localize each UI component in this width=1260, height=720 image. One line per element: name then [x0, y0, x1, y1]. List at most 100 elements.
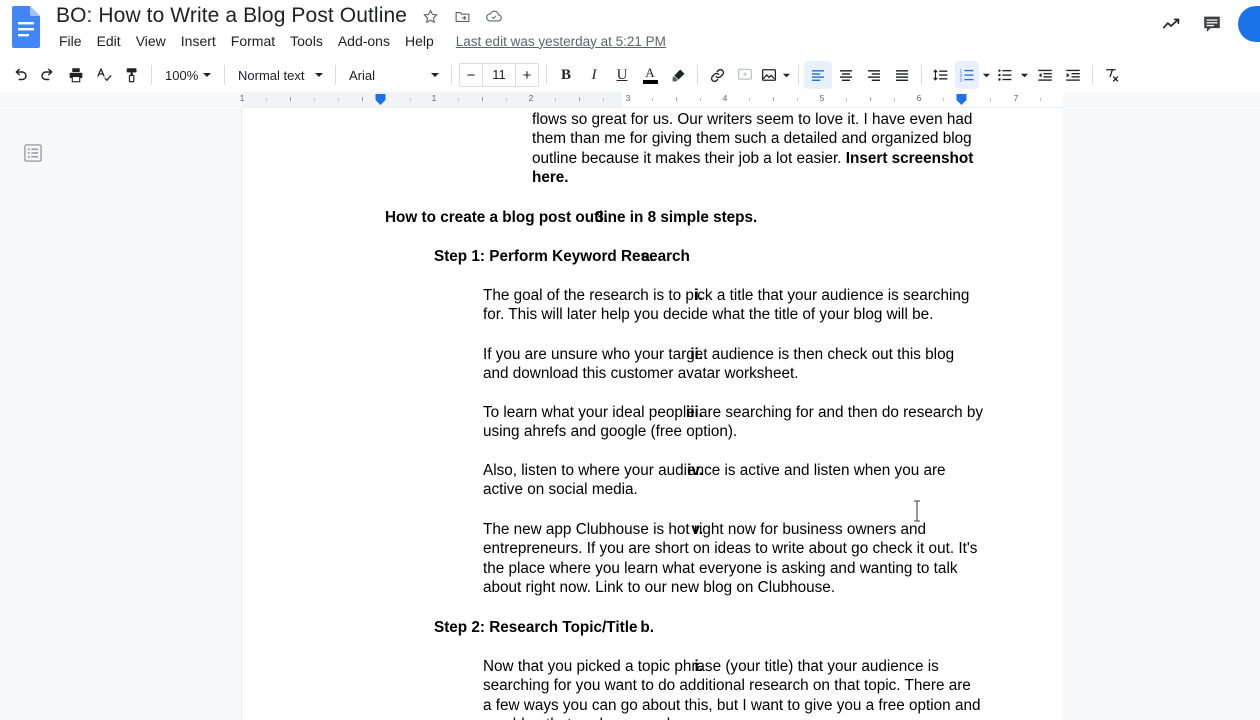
paragraph-text: Now that you picked a topic phrase (your…	[483, 657, 1023, 720]
text-run: Now that you picked a topic phrase (your…	[483, 658, 939, 675]
zoom-select[interactable]: 100%	[157, 62, 219, 88]
italic-button[interactable]: I	[580, 61, 608, 89]
text-run: the place where you learn what everyone …	[483, 559, 958, 577]
text-run: a few ways you can go about this, but I …	[483, 696, 981, 714]
add-comment-icon[interactable]	[731, 61, 759, 89]
text-run: entrepreneurs. If you are short on ideas…	[483, 540, 978, 558]
menu-edit[interactable]: Edit	[90, 29, 128, 53]
paragraph-text: If you are unsure who your target audien…	[483, 345, 1023, 384]
font-size-stepper: − 11 +	[459, 63, 539, 87]
decrease-font-size-button[interactable]: −	[460, 64, 482, 86]
font-size-input[interactable]: 11	[482, 64, 516, 86]
highlight-pen-icon[interactable]	[664, 61, 692, 89]
right-canvas	[1063, 108, 1260, 720]
paragraph-text: Also, listen to where your audience is a…	[483, 461, 1023, 500]
decrease-indent-icon[interactable]	[1031, 61, 1059, 89]
font-family-select[interactable]: Arial	[341, 62, 446, 88]
print-icon[interactable]	[62, 61, 90, 89]
text-color-swatch	[642, 80, 658, 84]
saved-to-drive-cloud-icon[interactable]	[481, 3, 507, 29]
insert-link-icon[interactable]	[703, 61, 731, 89]
spellcheck-icon[interactable]	[90, 61, 118, 89]
text-line: one blog that we have used.	[483, 715, 1023, 720]
underline-button[interactable]: U	[608, 61, 636, 89]
numbered-list-options-chevron-down-icon[interactable]	[979, 61, 993, 89]
paragraph-text: To learn what your ideal people are sear…	[483, 403, 1023, 442]
ruler-number: 1	[239, 93, 245, 103]
toolbar-divider	[697, 65, 698, 85]
text-run: them than me for giving them such a deta…	[532, 130, 972, 148]
right-indent-marker[interactable]	[955, 93, 967, 105]
activity-trending-icon[interactable]	[1152, 4, 1192, 44]
toolbar-divider	[224, 65, 225, 85]
font-family-value: Arial	[349, 67, 376, 83]
ruler-number: 6	[916, 93, 922, 103]
ruler-number: 5	[819, 93, 825, 103]
text-line: The new app Clubhouse is hot right now f…	[483, 520, 1023, 539]
bold-button[interactable]: B	[552, 61, 580, 89]
bold-text-run: Step 1: Perform Keyword Research	[434, 248, 690, 265]
text-line: How to create a blog post outline in 8 s…	[385, 208, 1023, 227]
share-button[interactable]: Share	[1238, 6, 1260, 42]
text-line: the place where you learn what everyone …	[483, 559, 1023, 578]
paragraph-text: The new app Clubhouse is hot right now f…	[483, 520, 1023, 598]
menu-addons[interactable]: Add-ons	[331, 29, 397, 53]
redo-icon[interactable]	[34, 61, 62, 89]
text-line: Also, listen to where your audience is a…	[483, 461, 1023, 480]
align-center-icon[interactable]	[832, 61, 860, 89]
text-run: about right now. Link to our new blog on…	[483, 579, 836, 597]
google-docs-logo[interactable]	[8, 4, 44, 50]
bold-text-run: How to create a blog post outline in 8 s…	[385, 209, 758, 226]
increase-font-size-button[interactable]: +	[516, 64, 538, 86]
text-run: flows so great for us. Our writers seem …	[532, 111, 973, 128]
text-line: them than me for giving them such a deta…	[532, 129, 1023, 148]
menu-file[interactable]: File	[52, 29, 89, 53]
menu-format[interactable]: Format	[224, 29, 282, 53]
left-indent-marker[interactable]	[374, 93, 386, 105]
bulleted-list-icon[interactable]	[993, 61, 1017, 89]
text-line: To learn what your ideal people are sear…	[483, 403, 1023, 422]
ruler-right-gutter	[1063, 92, 1260, 107]
text-cursor-pointer	[913, 500, 921, 522]
bulleted-list-options-chevron-down-icon[interactable]	[1017, 61, 1031, 89]
numbered-list-icon[interactable]: 1 2 3	[955, 61, 979, 89]
paint-format-icon[interactable]	[118, 61, 146, 89]
align-right-icon[interactable]	[860, 61, 888, 89]
align-left-icon[interactable]	[804, 61, 832, 89]
menu-view[interactable]: View	[129, 29, 173, 53]
chevron-down-icon	[198, 66, 216, 84]
menu-help[interactable]: Help	[398, 29, 441, 53]
ruler: 1 1 2 3 4 5 6 7	[0, 92, 1260, 107]
image-options-chevron-down-icon[interactable]	[779, 61, 793, 89]
chevron-down-icon	[426, 66, 444, 84]
text-line: outline because it makes their job a lot…	[532, 149, 1023, 168]
text-run: active on social media.	[483, 481, 638, 499]
paragraph-text: flows so great for us. Our writers seem …	[532, 110, 1023, 188]
align-justify-icon[interactable]	[888, 61, 916, 89]
clear-formatting-icon[interactable]	[1098, 61, 1126, 89]
menu-insert[interactable]: Insert	[174, 29, 223, 53]
chevron-down-icon	[310, 66, 328, 84]
toolbar-divider	[798, 65, 799, 85]
toolbar-divider	[546, 65, 547, 85]
menu-bar: File Edit View Insert Format Tools Add-o…	[52, 29, 666, 53]
document-outline-icon[interactable]	[18, 138, 48, 168]
increase-indent-icon[interactable]	[1059, 61, 1087, 89]
document-page[interactable]: flows so great for us. Our writers seem …	[242, 108, 1063, 720]
paragraph-style-select[interactable]: Normal text	[230, 62, 330, 88]
document-title[interactable]: BO: How to Write a Blog Post Outline	[52, 2, 411, 30]
line-spacing-icon[interactable]	[927, 61, 955, 89]
star-icon[interactable]	[417, 3, 443, 29]
formatting-toolbar: 100% Normal text Arial − 11 + B I U A 1 …	[0, 58, 1260, 92]
move-to-folder-icon[interactable]	[449, 3, 475, 29]
last-edit-status[interactable]: Last edit was yesterday at 5:21 PM	[456, 34, 666, 49]
insert-image-icon[interactable]	[759, 61, 779, 89]
undo-icon[interactable]	[6, 61, 34, 89]
text-run: outline because it makes their job a lot…	[532, 149, 846, 167]
text-run: one blog that we have used.	[483, 716, 674, 720]
menu-tools[interactable]: Tools	[283, 29, 330, 53]
bold-text-run: Step 2: Research Topic/Title	[434, 619, 638, 636]
comment-bubble-icon[interactable]	[1192, 4, 1232, 44]
text-line: searching for you want to do additional …	[483, 676, 1023, 695]
text-color-button[interactable]: A	[636, 61, 664, 89]
